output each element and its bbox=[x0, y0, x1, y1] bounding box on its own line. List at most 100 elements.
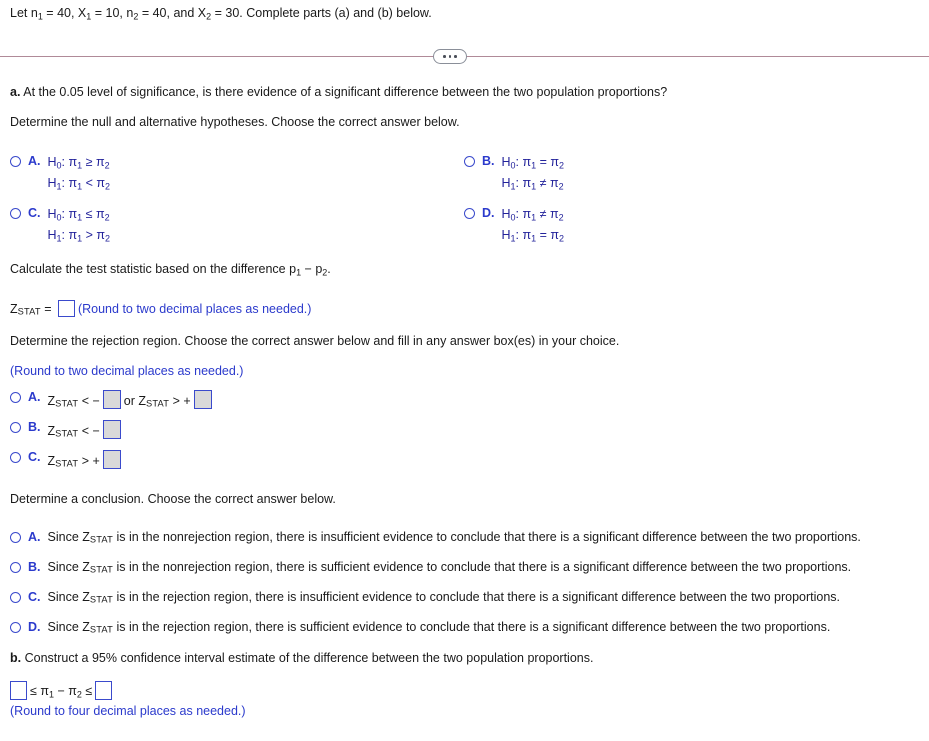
stat-subscript: STAT bbox=[89, 534, 113, 545]
null-hypothesis-line: H0: π1 = π2 bbox=[502, 154, 565, 175]
part-a-label: a. bbox=[10, 85, 21, 99]
h-symbol: H bbox=[47, 175, 57, 190]
pi-text: : π bbox=[515, 207, 532, 221]
option-letter: D. bbox=[28, 620, 41, 634]
radio-conclusion-c[interactable] bbox=[10, 592, 21, 603]
conclusion-option-a[interactable]: A. Since ZSTAT is in the nonrejection re… bbox=[10, 530, 861, 545]
h-symbol: H bbox=[501, 227, 511, 242]
option-letter: C. bbox=[28, 450, 41, 464]
part-b-round-note: (Round to four decimal places as needed.… bbox=[10, 704, 246, 718]
option-content: H0: π1 ≠ π2 H1: π1 = π2 bbox=[502, 206, 565, 247]
relation: = π bbox=[536, 227, 560, 242]
ci-upper-input[interactable] bbox=[95, 681, 113, 700]
zstat-round-note: (Round to two decimal places as needed.) bbox=[77, 302, 312, 316]
rejection-option-c[interactable]: C. ZSTAT > + bbox=[10, 450, 124, 469]
zstat-input[interactable] bbox=[57, 300, 75, 317]
ci-lower-input[interactable] bbox=[10, 681, 27, 700]
option-content: H0: π1 ≥ π2 H1: π1 < π2 bbox=[48, 154, 111, 195]
pi-text: : π bbox=[61, 175, 78, 190]
ci-minus: − π bbox=[53, 684, 77, 698]
stat-subscript: STAT bbox=[89, 564, 113, 575]
radio-rejection-a[interactable] bbox=[10, 392, 21, 403]
h-symbol: H bbox=[501, 175, 511, 190]
problem-stem: Let n1 = 40, X1 = 10, n2 = 40, and X2 = … bbox=[10, 6, 432, 22]
z-symbol-2: Z bbox=[138, 394, 147, 408]
null-hypothesis-line: H0: π1 ≤ π2 bbox=[48, 206, 111, 227]
hypothesis-option-c[interactable]: C. H0: π1 ≤ π2 H1: π1 > π2 bbox=[10, 206, 110, 247]
alt-hypothesis-line: H1: π1 = π2 bbox=[502, 227, 565, 248]
radio-rejection-c[interactable] bbox=[10, 452, 21, 463]
rejection-option-a[interactable]: A. ZSTAT < − or ZSTAT > + bbox=[10, 390, 215, 409]
conclusion-post: is in the rejection region, there is suf… bbox=[112, 620, 831, 634]
option-letter: B. bbox=[482, 154, 495, 168]
rejection-option-b[interactable]: B. ZSTAT < − bbox=[10, 420, 124, 439]
rejection-round-note: (Round to two decimal places as needed.) bbox=[10, 364, 244, 378]
option-content: Since ZSTAT is in the nonrejection regio… bbox=[48, 530, 861, 545]
stat-subscript-2: STAT bbox=[146, 398, 170, 409]
part-b-question: b. Construct a 95% confidence interval e… bbox=[10, 651, 593, 665]
confidence-interval-row: ≤ π1 − π2 ≤ bbox=[10, 681, 115, 700]
null-hypothesis-line: H0: π1 ≠ π2 bbox=[502, 206, 565, 227]
relation: < π bbox=[82, 175, 106, 190]
alt-hypothesis-line: H1: π1 > π2 bbox=[48, 227, 111, 248]
radio-conclusion-b[interactable] bbox=[10, 562, 21, 573]
prompt-end: . bbox=[327, 262, 331, 276]
radio-rejection-b[interactable] bbox=[10, 422, 21, 433]
option-content: H0: π1 = π2 H1: π1 ≠ π2 bbox=[502, 154, 565, 195]
radio-hypothesis-c[interactable] bbox=[10, 208, 21, 219]
stat-subscript: STAT bbox=[89, 594, 113, 605]
pi2-subscript: 2 bbox=[559, 160, 565, 171]
relation: ≠ π bbox=[536, 175, 559, 190]
more-options-ellipsis-icon[interactable] bbox=[433, 49, 467, 64]
radio-conclusion-d[interactable] bbox=[10, 622, 21, 633]
radio-hypothesis-b[interactable] bbox=[464, 156, 475, 167]
hypothesis-option-b[interactable]: B. H0: π1 = π2 H1: π1 ≠ π2 bbox=[464, 154, 564, 195]
option-content: Since ZSTAT is in the rejection region, … bbox=[48, 620, 831, 635]
section-divider bbox=[0, 47, 929, 67]
pi2-subscript: 2 bbox=[559, 233, 565, 244]
conclusion-option-b[interactable]: B. Since ZSTAT is in the nonrejection re… bbox=[10, 560, 851, 575]
h-symbol: H bbox=[47, 155, 57, 169]
conclusion-post: is in the rejection region, there is ins… bbox=[112, 590, 841, 604]
pi2-subscript: 2 bbox=[558, 212, 564, 223]
relation: = π bbox=[536, 155, 560, 169]
pi-text: : π bbox=[515, 227, 532, 242]
radio-conclusion-a[interactable] bbox=[10, 532, 21, 543]
radio-hypothesis-d[interactable] bbox=[464, 208, 475, 219]
pi2-subscript: 2 bbox=[558, 181, 564, 192]
h-symbol: H bbox=[501, 207, 511, 221]
ellipsis-dot bbox=[448, 55, 452, 58]
relation: ≤ π bbox=[82, 207, 105, 221]
hypothesis-option-d[interactable]: D. H0: π1 ≠ π2 H1: π1 = π2 bbox=[464, 206, 564, 247]
z-symbol: Z bbox=[10, 302, 18, 316]
conclusion-option-c[interactable]: C. Since ZSTAT is in the rejection regio… bbox=[10, 590, 840, 605]
rejection-a-lower-input[interactable] bbox=[102, 390, 121, 409]
part-a-question: a. At the 0.05 level of significance, is… bbox=[10, 85, 667, 99]
rejection-a-upper-input[interactable] bbox=[193, 390, 212, 409]
rejection-c-input[interactable] bbox=[102, 450, 121, 469]
part-a-question-text: At the 0.05 level of significance, is th… bbox=[23, 85, 668, 99]
option-content: Since ZSTAT is in the nonrejection regio… bbox=[48, 560, 852, 575]
part-b-question-text: Construct a 95% confidence interval esti… bbox=[24, 651, 594, 665]
pi2-subscript: 2 bbox=[105, 181, 111, 192]
exercise-page: Let n1 = 40, X1 = 10, n2 = 40, and X2 = … bbox=[0, 0, 929, 741]
equals-sign: = bbox=[40, 302, 55, 316]
h-symbol: H bbox=[47, 227, 57, 242]
pi2-subscript: 2 bbox=[105, 233, 111, 244]
conclusion-prompt: Determine a conclusion. Choose the corre… bbox=[10, 492, 336, 506]
rejection-b-input[interactable] bbox=[102, 420, 121, 439]
option-letter: A. bbox=[28, 390, 41, 404]
pi2-subscript: 2 bbox=[104, 212, 110, 223]
radio-hypothesis-a[interactable] bbox=[10, 156, 21, 167]
hypothesis-option-a[interactable]: A. H0: π1 ≥ π2 H1: π1 < π2 bbox=[10, 154, 110, 195]
relation-lower: < − bbox=[78, 424, 100, 438]
pi2-subscript: 2 bbox=[104, 160, 110, 171]
option-letter: A. bbox=[28, 154, 41, 168]
option-content: H0: π1 ≤ π2 H1: π1 > π2 bbox=[48, 206, 111, 247]
conclusion-pre: Since Z bbox=[47, 560, 90, 574]
conclusion-option-d[interactable]: D. Since ZSTAT is in the rejection regio… bbox=[10, 620, 830, 635]
z-symbol: Z bbox=[47, 424, 56, 438]
conclusion-post: is in the nonrejection region, there is … bbox=[112, 560, 852, 574]
stat-subscript: STAT bbox=[17, 306, 41, 317]
option-content: ZSTAT < − bbox=[48, 420, 124, 439]
